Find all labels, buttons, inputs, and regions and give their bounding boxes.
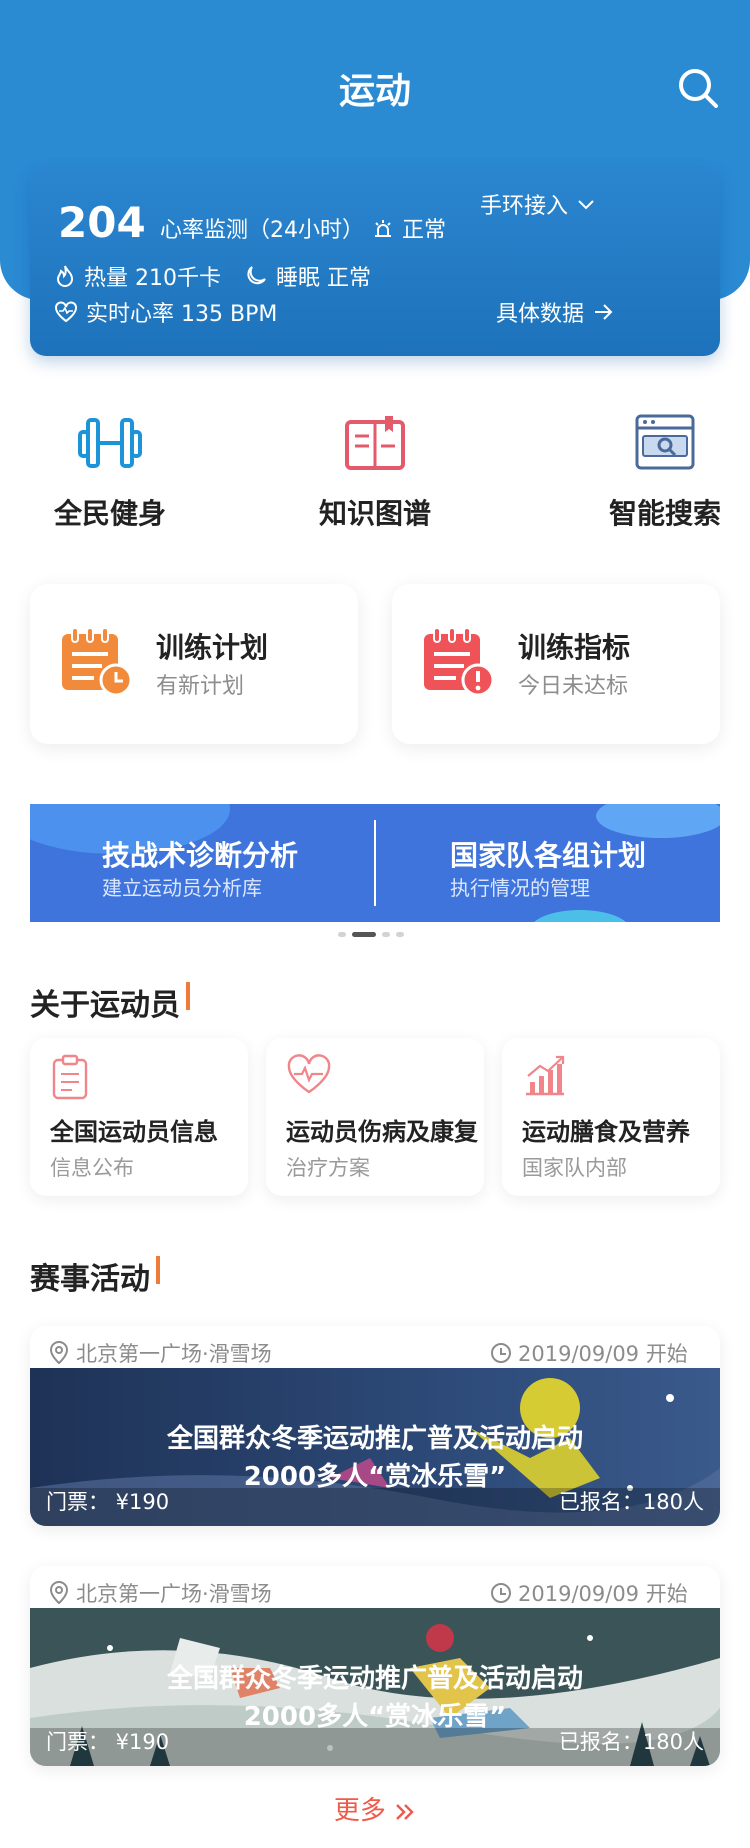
athlete-nutrition-card[interactable]: 运动膳食及营养 国家队内部 xyxy=(502,1038,720,1196)
section-accent-bar xyxy=(156,1256,160,1284)
monitor-label: 心率监测（24小时） 正常 xyxy=(160,218,447,243)
location-pin-icon xyxy=(49,1581,69,1605)
search-icon[interactable] xyxy=(676,66,720,110)
events-section-title: 赛事活动 xyxy=(30,1262,150,1297)
clock-icon xyxy=(491,1583,511,1603)
feature-fitness[interactable]: 全民健身 xyxy=(0,412,220,532)
banner-decoration xyxy=(530,910,630,922)
page-title: 运动 xyxy=(338,71,411,112)
event-card[interactable]: 北京第一广场·滑雪场 2019/09/09 开始 全国群众冬季运动推广普及活动启… xyxy=(30,1566,720,1766)
event-ticket-price: 门票： ¥190 xyxy=(46,1730,170,1754)
heart-pulse-icon xyxy=(287,1054,331,1094)
promo-banner[interactable]: 技战术诊断分析 建立运动员分析库 国家队各组计划 执行情况的管理 xyxy=(30,804,720,922)
browser-search-icon xyxy=(635,414,695,470)
event-headline: 全国群众冬季运动推广普及活动启动 xyxy=(166,1424,583,1454)
detail-data-link[interactable]: 具体数据 xyxy=(496,296,614,328)
calories-info: 热量 210千卡 xyxy=(54,260,221,292)
heart-rate-value: 204 xyxy=(58,198,146,247)
carousel-dot[interactable] xyxy=(338,932,346,937)
banner-divider xyxy=(374,820,376,906)
book-icon xyxy=(345,416,405,470)
athlete-info-card[interactable]: 全国运动员信息 信息公布 xyxy=(30,1038,248,1196)
sleep-info: 睡眠 正常 xyxy=(242,260,371,292)
chevron-down-icon xyxy=(578,200,594,210)
training-plan-card[interactable]: 训练计划 有新计划 xyxy=(30,584,358,744)
banner-decoration xyxy=(596,804,720,838)
location-pin-icon xyxy=(49,1341,69,1365)
event-start-time: 2019/09/09 开始 xyxy=(490,1338,688,1368)
realtime-heart-rate: 实时心率 135 BPM xyxy=(54,296,277,328)
calendar-clock-icon xyxy=(62,627,133,697)
status-icon xyxy=(375,220,391,237)
clipboard-icon xyxy=(52,1054,88,1100)
heart-monitor-card: 204 心率监测（24小时） 正常 手环接入 热量 210千卡 睡眠 正常 实时… xyxy=(30,168,720,356)
athlete-injury-card[interactable]: 运动员伤病及康复 治疗方案 xyxy=(266,1038,484,1196)
banner-left-subtitle: 建立运动员分析库 xyxy=(102,876,262,900)
chart-growth-icon xyxy=(526,1055,565,1096)
calendar-alert-icon xyxy=(424,627,495,697)
feature-knowledge-graph[interactable]: 知识图谱 xyxy=(265,412,485,532)
event-location: 北京第一广场·滑雪场 xyxy=(48,1578,272,1608)
carousel-indicator xyxy=(338,932,404,937)
clock-icon xyxy=(491,1343,511,1363)
event-signup-count: 已报名：180人 xyxy=(558,1490,704,1514)
section-accent-bar xyxy=(186,982,190,1010)
more-events-link[interactable]: 更多 xyxy=(0,1790,750,1827)
heart-pulse-icon xyxy=(55,301,77,323)
training-metric-card[interactable]: 训练指标 今日未达标 xyxy=(392,584,720,744)
feature-smart-search[interactable]: 智能搜索 xyxy=(555,412,750,532)
event-headline: 全国群众冬季运动推广普及活动启动 xyxy=(166,1664,583,1694)
event-card[interactable]: 北京第一广场·滑雪场 2019/09/09 开始 全国群众冬季运动推广普及活动启… xyxy=(30,1326,720,1526)
device-connect-button[interactable]: 手环接入 xyxy=(480,188,596,220)
moon-icon xyxy=(247,266,266,285)
event-signup-count: 已报名：180人 xyxy=(558,1730,704,1754)
dumbbell-icon xyxy=(78,418,142,468)
event-ticket-price: 门票： ¥190 xyxy=(46,1490,170,1514)
athletes-section-title: 关于运动员 xyxy=(30,988,180,1023)
carousel-dot[interactable] xyxy=(396,932,404,937)
banner-right-title: 国家队各组计划 xyxy=(450,839,647,872)
carousel-dot[interactable] xyxy=(382,932,390,937)
carousel-dot-active[interactable] xyxy=(352,932,376,937)
flame-icon xyxy=(56,265,74,287)
banner-left-title: 技战术诊断分析 xyxy=(102,839,299,872)
banner-right-subtitle: 执行情况的管理 xyxy=(450,876,590,900)
event-start-time: 2019/09/09 开始 xyxy=(490,1578,688,1608)
double-chevron-right-icon xyxy=(396,1803,414,1820)
event-location: 北京第一广场·滑雪场 xyxy=(48,1338,272,1368)
arrow-right-icon xyxy=(595,304,613,320)
